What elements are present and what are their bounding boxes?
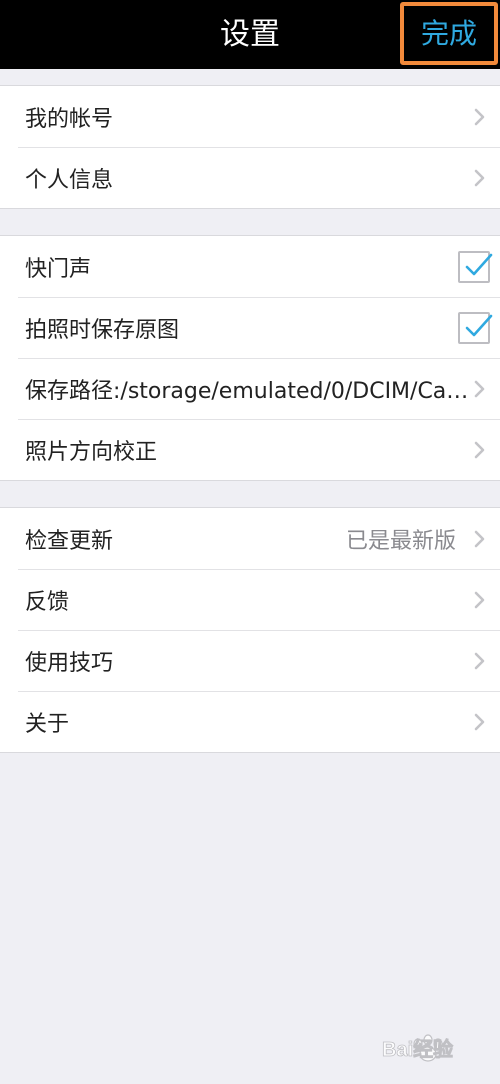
row-feedback[interactable]: 反馈 [0,569,500,630]
row-label: 关于 [25,711,70,737]
checkmark-icon [465,253,493,275]
row-label: 检查更新 [25,528,114,554]
row-label: 反馈 [25,589,70,615]
chevron-right-icon [474,713,485,730]
chevron-right-icon [474,441,485,458]
row-label: 个人信息 [25,167,114,193]
camera-group: 快门声 拍照时保存原图 保存路径:/storage/emulated/0/DCI… [0,235,500,481]
about-group: 检查更新 已是最新版 反馈 使用技巧 关于 [0,507,500,753]
row-photo-orientation[interactable]: 照片方向校正 [0,419,500,480]
update-status: 已是最新版 [345,528,456,554]
row-save-path[interactable]: 保存路径:/storage/emulated/0/DCIM/Camera [0,358,500,419]
checkmark-icon [465,314,493,336]
row-about[interactable]: 关于 [0,691,500,752]
row-label: 拍照时保存原图 [25,317,180,343]
row-check-update[interactable]: 检查更新 已是最新版 [0,508,500,569]
chevron-right-icon [474,652,485,669]
row-personal-info[interactable]: 个人信息 [0,147,500,208]
baidu-jingyan-watermark: Bai经验 [382,1034,454,1062]
chevron-right-icon [474,108,485,125]
account-group: 我的帐号 个人信息 [0,85,500,209]
row-save-original[interactable]: 拍照时保存原图 [0,297,500,358]
done-button[interactable]: 完成 [400,2,498,65]
shutter-sound-checkbox[interactable] [458,250,493,283]
row-label: 保存路径:/storage/emulated/0/DCIM/Camera [25,378,470,404]
chevron-right-icon [474,591,485,608]
settings-screen: 设置 完成 我的帐号 个人信息 快门声 拍照时保存原图 保存路径:/storag… [0,0,500,1084]
navigation-bar: 设置 完成 [0,0,500,69]
chevron-right-icon [474,530,485,547]
watermark-text: Bai经验 [382,1037,453,1061]
save-original-checkbox[interactable] [458,311,493,344]
row-label: 快门声 [25,256,92,282]
row-label: 使用技巧 [25,650,114,676]
row-label: 照片方向校正 [25,439,158,465]
row-my-account[interactable]: 我的帐号 [0,86,500,147]
chevron-right-icon [474,169,485,186]
row-label: 我的帐号 [25,106,114,132]
row-shutter-sound[interactable]: 快门声 [0,236,500,297]
row-tips[interactable]: 使用技巧 [0,630,500,691]
chevron-right-icon [474,380,485,397]
